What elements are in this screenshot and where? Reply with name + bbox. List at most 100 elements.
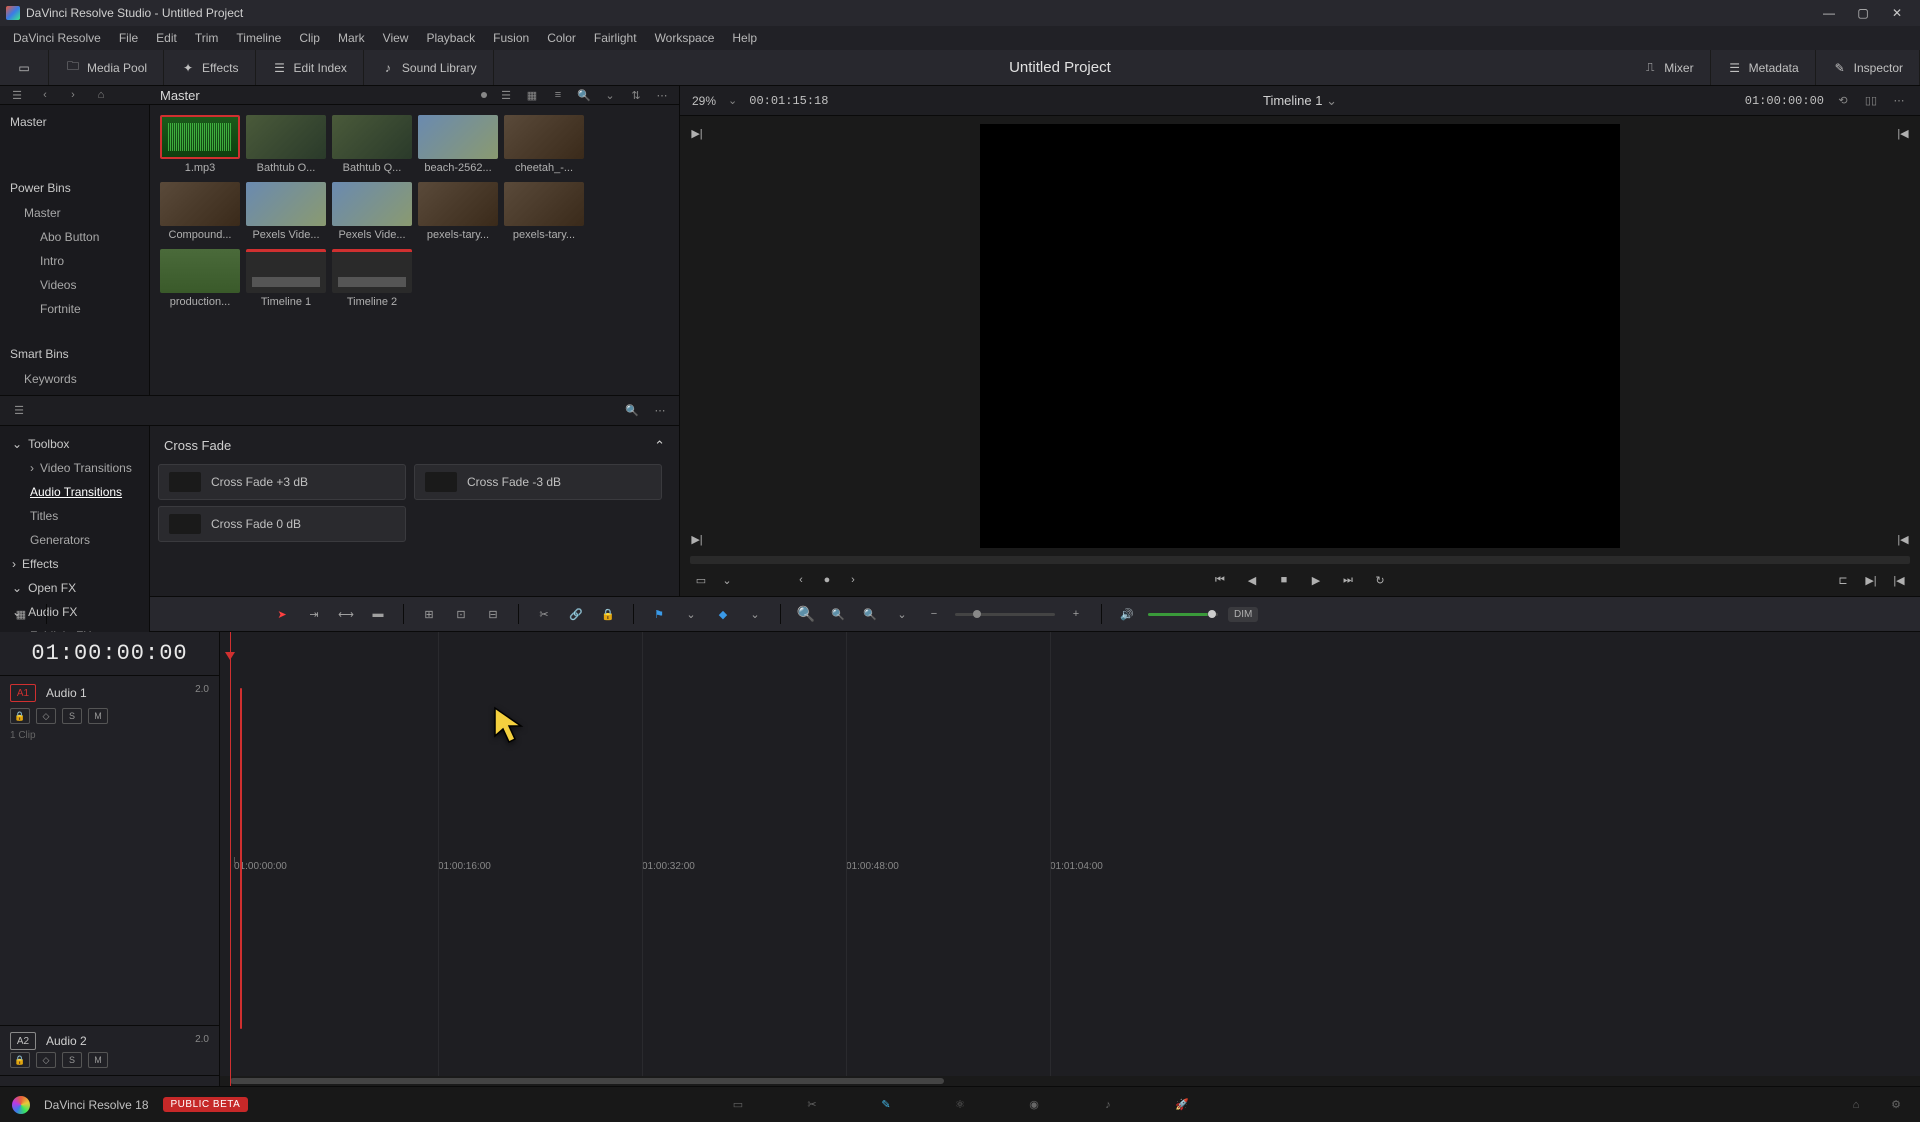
chevron-up-icon[interactable]: ⌃ [654,438,665,454]
marker-add-icon[interactable]: ◆ [712,603,734,625]
replace-clip-icon[interactable]: ⊟ [482,603,504,625]
breadcrumb[interactable]: Master [120,88,471,103]
dim-button[interactable]: DIM [1228,607,1258,622]
bin-keywords[interactable]: Keywords [0,367,149,391]
list-view-icon[interactable]: ☰ [497,86,515,104]
bin-abo[interactable]: Abo Button [0,225,149,249]
menu-edit[interactable]: Edit [147,31,186,45]
sound-library-button[interactable]: ♪Sound Library [374,56,483,80]
overwrite-clip-icon[interactable]: ⊡ [450,603,472,625]
stop-icon[interactable]: ■ [1275,571,1293,589]
zoom-in-icon[interactable]: + [1065,603,1087,625]
thumb-view-icon[interactable]: ▦ [523,86,541,104]
goto-in-icon[interactable]: ⊏ [1834,571,1852,589]
clip-item[interactable]: pexels-tary... [504,182,584,241]
track-header-a2[interactable]: A2 Audio 2 2.0 🔒 ◇ S M [0,1026,219,1076]
tl-search-icon[interactable]: 🔍 [795,603,817,625]
dynamic-trim-icon[interactable]: ⟷ [335,603,357,625]
menu-mark[interactable]: Mark [329,31,374,45]
fx-effects[interactable]: ›Effects [0,552,149,576]
chevron-down-icon[interactable]: ⌄ [891,603,913,625]
edit-page-icon[interactable]: ✎ [874,1093,898,1117]
track-badge-a1[interactable]: A1 [10,684,36,702]
clip-item[interactable]: Compound... [160,182,240,241]
fx-titles[interactable]: Titles [0,504,149,528]
next-edit-icon[interactable]: › [844,571,862,589]
clip-item[interactable]: Bathtub Q... [332,115,412,174]
minimize-button[interactable]: — [1812,2,1846,24]
toggle-full-layout[interactable]: ▭ [10,56,38,80]
tl-find-icon[interactable]: 🔍 [859,603,881,625]
playhead[interactable] [230,632,231,1086]
fusion-page-icon[interactable]: ⚛ [948,1093,972,1117]
close-button[interactable]: ✕ [1880,2,1914,24]
menu-davinci[interactable]: DaVinci Resolve [4,31,110,45]
preview-monitor[interactable] [980,124,1620,548]
fx-toolbox[interactable]: ⌄Toolbox [0,432,149,456]
last-frame-icon[interactable]: |◀ [1894,124,1912,142]
sort-icon[interactable]: ⇅ [627,86,645,104]
track-badge-a2[interactable]: A2 [10,1032,36,1050]
fx-video-transitions[interactable]: ›Video Transitions [0,456,149,480]
bin-master[interactable]: Master [0,109,149,135]
clip-item[interactable]: Timeline 1 [246,249,326,308]
media-pool-button[interactable]: 🗀Media Pool [59,56,153,80]
trim-tool-icon[interactable]: ⇥ [303,603,325,625]
flag-icon[interactable]: ⚑ [648,603,670,625]
timeline-tracks[interactable]: 01:00:00:00 01:00:16:00 01:00:32:00 01:0… [220,632,1920,1086]
clip-item[interactable]: Pexels Vide... [246,182,326,241]
play-icon[interactable]: ▶ [1307,571,1325,589]
razor-icon[interactable]: ✂ [533,603,555,625]
menu-file[interactable]: File [110,31,147,45]
audio-clip[interactable] [240,688,242,1029]
match-frame-icon[interactable]: ⟲ [1834,92,1852,110]
power-bins-header[interactable]: Power Bins [0,175,149,201]
fx-crossfade-0[interactable]: Cross Fade 0 dB [158,506,406,542]
zoom-out-icon[interactable]: − [923,603,945,625]
go-end-icon[interactable]: ⏭ [1339,571,1357,589]
chevron-down-icon[interactable]: ⌄ [744,603,766,625]
track-lock-icon[interactable]: 🔒 [10,708,30,724]
lock-icon[interactable]: 🔒 [597,603,619,625]
menu-clip[interactable]: Clip [290,31,329,45]
clip-item[interactable]: Timeline 2 [332,249,412,308]
track-header-a1[interactable]: A1 Audio 1 2.0 🔒 ◇ S M 1 Clip [0,676,219,1026]
insert-clip-icon[interactable]: ⊞ [418,603,440,625]
bin-intro[interactable]: Intro [0,249,149,273]
step-back-icon[interactable]: ◀ [1243,571,1261,589]
maximize-button[interactable]: ▢ [1846,2,1880,24]
fx-openfx[interactable]: ⌄Open FX [0,576,149,600]
fx-more-icon[interactable]: ⋯ [651,402,669,420]
fx-tree-icon[interactable]: ☰ [10,402,28,420]
chevron-down-icon[interactable]: ⌄ [680,603,702,625]
strip-view-icon[interactable]: ≡ [549,86,567,104]
home-icon[interactable]: ⌂ [92,86,110,104]
menu-fairlight[interactable]: Fairlight [585,31,646,45]
goto-end-icon[interactable]: |◀ [1890,571,1908,589]
bin-videos[interactable]: Videos [0,273,149,297]
timeline-scrollbar[interactable] [220,1076,1920,1086]
menu-view[interactable]: View [374,31,418,45]
clip-item[interactable]: cheetah_-... [504,115,584,174]
nav-fwd-icon[interactable]: › [64,86,82,104]
menu-timeline[interactable]: Timeline [227,31,290,45]
track-mute-button[interactable]: M [88,1052,108,1068]
inspector-button[interactable]: ✎Inspector [1826,56,1909,80]
dual-viewer-icon[interactable]: ▯▯ [1862,92,1880,110]
nav-back-icon[interactable]: ‹ [36,86,54,104]
track-solo-button[interactable]: S [62,708,82,724]
fairlight-page-icon[interactable]: ♪ [1096,1093,1120,1117]
more-icon[interactable]: ⋯ [653,86,671,104]
menu-help[interactable]: Help [723,31,766,45]
clip-item[interactable]: 1.mp3 [160,115,240,174]
clip-item[interactable]: Bathtub O... [246,115,326,174]
cut-page-icon[interactable]: ✂ [800,1093,824,1117]
smart-bins-header[interactable]: Smart Bins [0,341,149,367]
chevron-down-icon[interactable]: ⌄ [718,571,736,589]
tl-view-opts-icon[interactable]: ▦ [10,603,32,625]
prev-edit-icon[interactable]: ‹ [792,571,810,589]
menu-workspace[interactable]: Workspace [646,31,724,45]
viewer-zoom[interactable]: 29% [692,94,716,108]
menu-fusion[interactable]: Fusion [484,31,538,45]
volume-icon[interactable]: 🔊 [1116,603,1138,625]
